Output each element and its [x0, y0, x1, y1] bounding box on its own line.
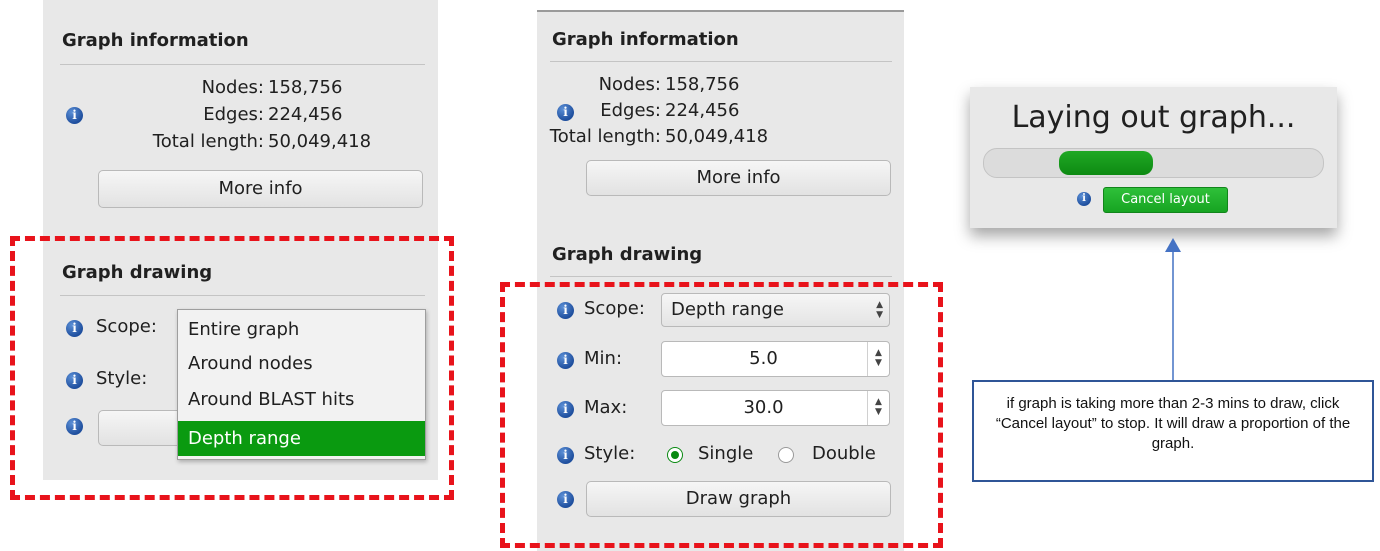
left-edges-value: 224,456 [268, 104, 343, 125]
left-edges-label: Edges: [203, 104, 264, 125]
left-more-info-button[interactable]: More info [98, 170, 423, 208]
left-nodes-value: 158,756 [268, 77, 343, 98]
cancel-layout-button[interactable]: Cancel layout [1103, 187, 1228, 213]
layout-progress-bar [983, 148, 1324, 178]
annotation-arrow [1165, 238, 1181, 380]
dialog-title: Laying out graph... [1011, 100, 1296, 135]
layout-progress-fill [1058, 151, 1154, 175]
left-total-length-label: Total length: [152, 131, 264, 152]
middle-nodes-value: 158,756 [665, 74, 740, 95]
middle-more-info-button[interactable]: More info [586, 160, 891, 196]
middle-graph-info-heading: Graph information [552, 29, 739, 50]
left-graph-info-heading: Graph information [62, 30, 249, 51]
middle-edges-value: 224,456 [665, 100, 740, 121]
middle-total-length-value: 50,049,418 [665, 126, 769, 147]
left-graph-info-icon[interactable]: i [66, 107, 83, 124]
middle-total-length-label: Total length: [549, 126, 661, 147]
middle-graph-drawing-heading: Graph drawing [552, 244, 703, 265]
middle-edges-label: Edges: [600, 100, 661, 121]
middle-graph-info-icon[interactable]: i [557, 104, 574, 121]
middle-divider-1 [550, 61, 892, 62]
left-divider-1 [60, 64, 425, 65]
middle-highlight-box [500, 282, 943, 548]
dialog-cancel-info-icon[interactable]: i [1077, 192, 1091, 206]
annotation-note: if graph is taking more than 2-3 mins to… [972, 380, 1374, 482]
middle-nodes-label: Nodes: [598, 74, 661, 95]
left-highlight-box [10, 236, 454, 500]
left-total-length-value: 50,049,418 [268, 131, 372, 152]
left-nodes-label: Nodes: [201, 77, 264, 98]
middle-divider-2 [550, 276, 892, 277]
